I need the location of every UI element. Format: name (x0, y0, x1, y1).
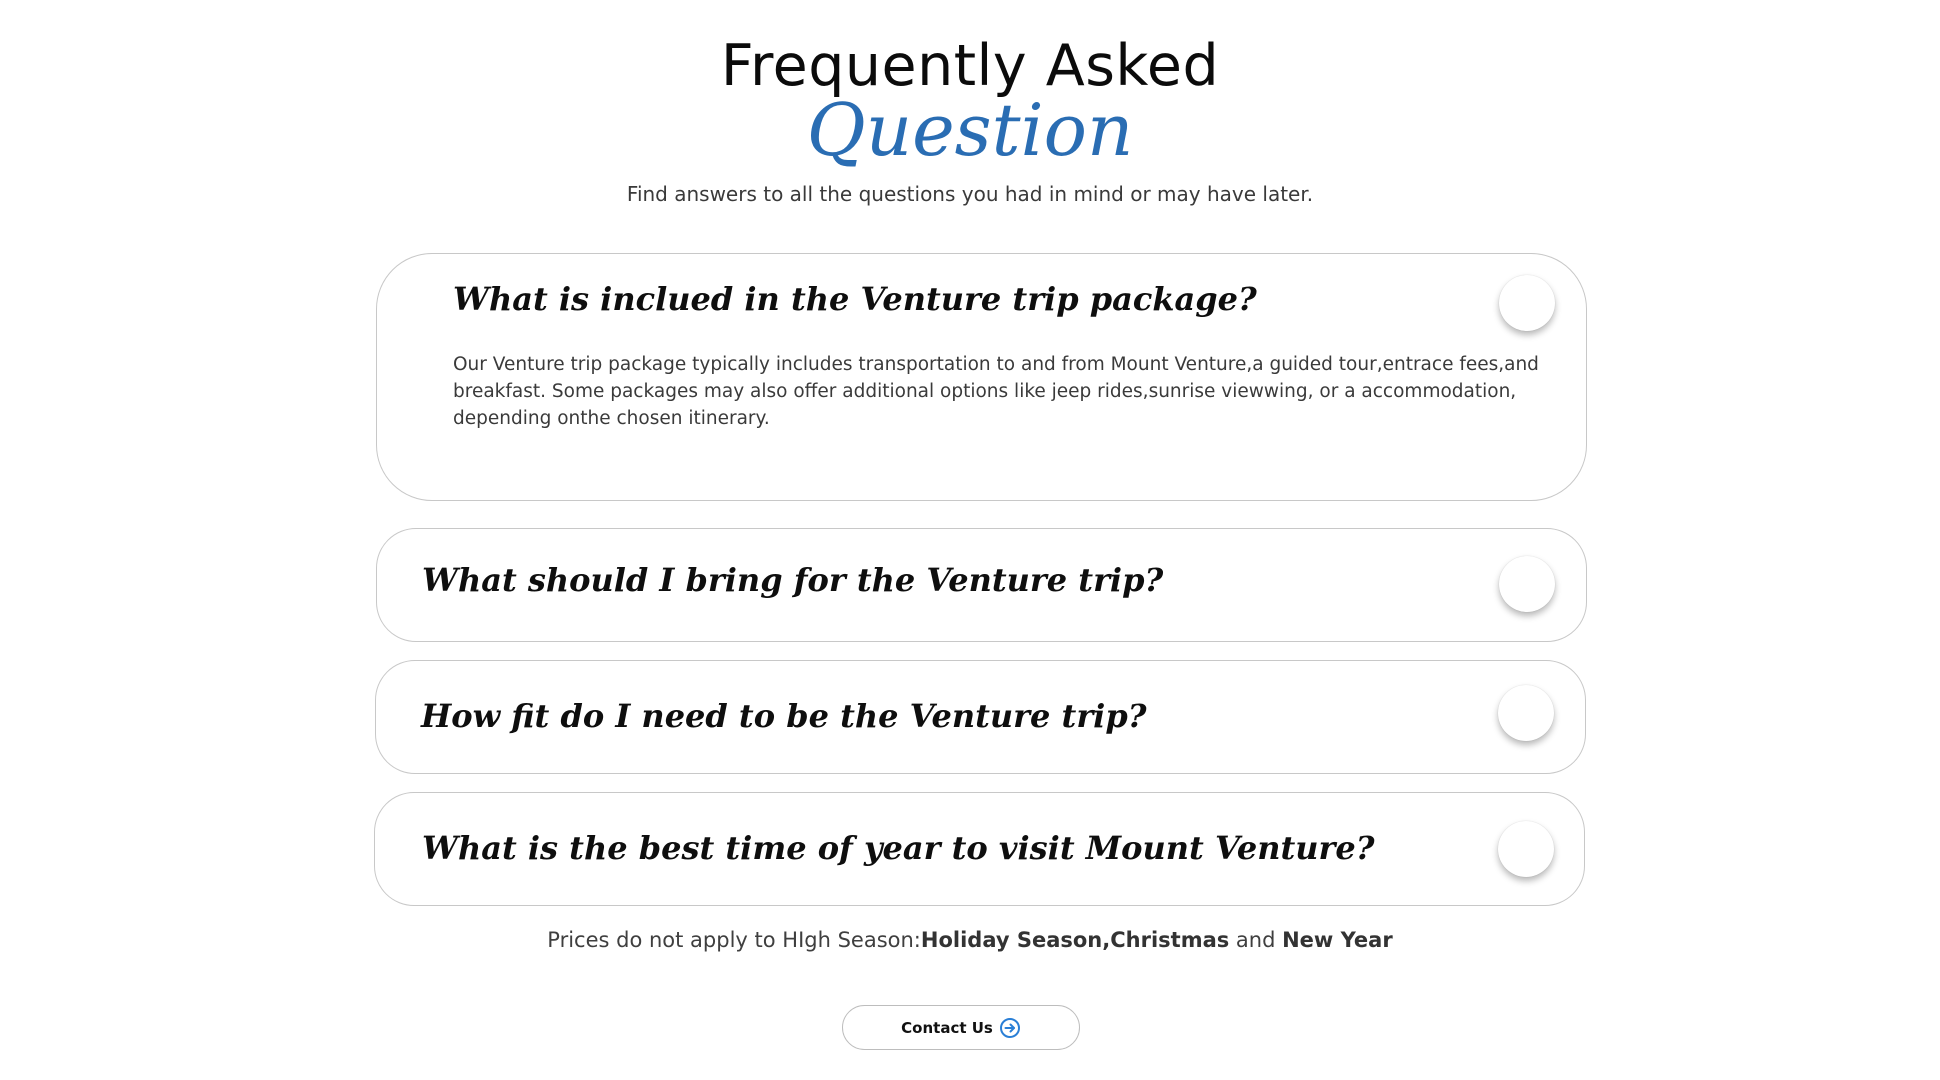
faq-question[interactable]: What is inclued in the Venture trip pack… (453, 280, 1257, 318)
faq-item-4[interactable]: What is the best time of year to visit M… (374, 792, 1585, 906)
pricing-note-highlight: Holiday Season,Christmas (920, 928, 1230, 952)
page-title-accent: Question (806, 88, 1134, 172)
faq-toggle-button[interactable] (1498, 685, 1554, 741)
pricing-note-text: Prices do not apply to HIgh Season: (547, 928, 921, 952)
faq-answer: Our Venture trip package typically inclu… (453, 354, 1539, 429)
contact-us-button[interactable]: Contact Us (842, 1005, 1080, 1050)
faq-toggle-button[interactable] (1498, 821, 1554, 877)
pricing-note-connector: and (1229, 928, 1283, 952)
faq-question[interactable]: How fit do I need to be the Venture trip… (421, 697, 1146, 735)
faq-item-2[interactable]: What should I bring for the Venture trip… (376, 528, 1587, 642)
faq-question[interactable]: What should I bring for the Venture trip… (422, 561, 1163, 599)
pricing-note-highlight: New Year (1282, 928, 1393, 952)
arrow-right-circle-icon (999, 1017, 1021, 1039)
faq-item-3[interactable]: How fit do I need to be the Venture trip… (375, 660, 1586, 774)
faq-toggle-button[interactable] (1499, 556, 1555, 612)
page-subtitle: Find answers to all the questions you ha… (626, 182, 1314, 206)
pricing-note: Prices do not apply to HIgh Season:Holid… (0, 928, 1940, 952)
faq-header: Frequently Asked Question Find answers t… (0, 30, 1940, 206)
faq-question[interactable]: What is the best time of year to visit M… (422, 829, 1374, 867)
faq-item-1[interactable]: What is inclued in the Venture trip pack… (376, 253, 1587, 501)
faq-toggle-button[interactable] (1499, 275, 1555, 331)
contact-us-label: Contact Us (901, 1018, 993, 1037)
